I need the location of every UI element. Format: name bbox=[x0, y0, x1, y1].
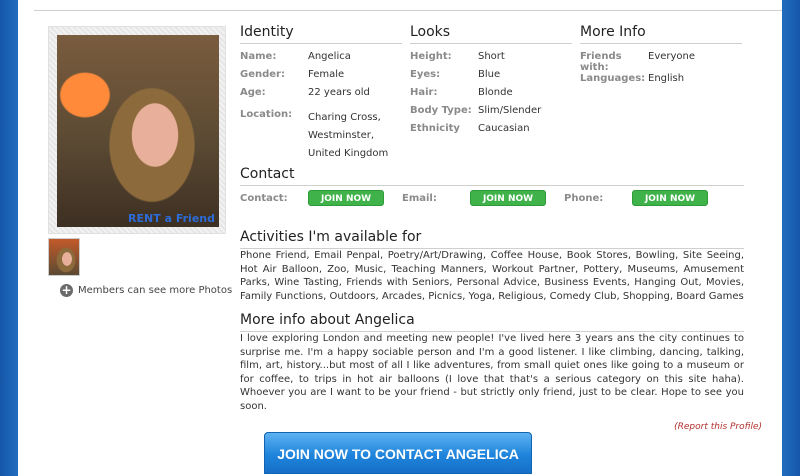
identity-title: Identity bbox=[240, 24, 402, 44]
gender-value: Female bbox=[308, 69, 345, 80]
email-row: Email: bbox=[402, 193, 437, 204]
phone-row: Phone: bbox=[564, 193, 603, 204]
identity-name-row: Name: Angelica bbox=[240, 51, 351, 62]
contact-row: Contact: bbox=[240, 193, 288, 204]
friends-with-value: Everyone bbox=[648, 51, 696, 62]
looks-eyes-row: Eyes: Blue bbox=[410, 69, 500, 80]
location-line: Westminster, bbox=[308, 130, 375, 141]
height-label: Height: bbox=[410, 51, 452, 62]
more-photos-label: Members can see more Photos bbox=[78, 285, 233, 296]
age-label: Age: bbox=[240, 87, 266, 98]
profile-photo-frame: RENT a Friend bbox=[48, 26, 226, 234]
plus-icon: + bbox=[60, 283, 73, 297]
body-type-label: Body Type: bbox=[410, 105, 472, 116]
looks-body-row: Body Type: Slim/Slender bbox=[410, 105, 541, 116]
height-value: Short bbox=[478, 51, 505, 62]
languages-value: English bbox=[648, 73, 685, 84]
photo-thumbnail[interactable] bbox=[48, 238, 80, 276]
more-photos-link[interactable]: + Members can see more Photos bbox=[60, 284, 232, 297]
more-info-title: More Info bbox=[580, 24, 742, 44]
join-to-contact-button[interactable]: JOIN NOW TO CONTACT ANGELICA bbox=[264, 432, 532, 474]
join-phone-button[interactable]: JOIN NOW bbox=[632, 190, 708, 206]
profile-photo[interactable]: RENT a Friend bbox=[57, 35, 219, 227]
identity-location-row: Location: Charing Cross, Westminster, Un… bbox=[240, 109, 388, 163]
profile-panel: RENT a Friend + Members can see more Pho… bbox=[18, 0, 782, 476]
email-label: Email: bbox=[402, 193, 437, 204]
looks-height-row: Height: Short bbox=[410, 51, 505, 62]
contact-title: Contact bbox=[240, 166, 744, 186]
report-profile-link[interactable]: (Report this Profile) bbox=[674, 422, 762, 432]
about-title: More info about Angelica bbox=[240, 312, 744, 332]
location-line: United Kingdom bbox=[308, 148, 389, 159]
ethnicity-label: Ethnicity bbox=[410, 123, 460, 134]
phone-label: Phone: bbox=[564, 193, 604, 204]
languages-row: Languages: English bbox=[580, 73, 684, 84]
ethnicity-value: Caucasian bbox=[478, 123, 530, 134]
join-contact-button[interactable]: JOIN NOW bbox=[308, 190, 384, 206]
photo-watermark: RENT a Friend bbox=[128, 212, 215, 225]
activities-title: Activities I'm available for bbox=[240, 229, 744, 249]
name-value: Angelica bbox=[308, 51, 351, 62]
eyes-label: Eyes: bbox=[410, 69, 441, 80]
identity-gender-row: Gender: Female bbox=[240, 69, 344, 80]
join-email-button[interactable]: JOIN NOW bbox=[470, 190, 546, 206]
friends-with-row: Friends with: Everyone bbox=[580, 51, 695, 73]
contact-label: Contact: bbox=[240, 193, 288, 204]
about-text: I love exploring London and meeting new … bbox=[240, 333, 744, 412]
looks-ethnicity-row: Ethnicity Caucasian bbox=[410, 123, 530, 134]
looks-hair-row: Hair: Blonde bbox=[410, 87, 513, 98]
languages-label: Languages: bbox=[580, 73, 646, 84]
top-divider bbox=[34, 10, 782, 11]
activities-list: Phone Friend, Email Penpal, Poetry/Art/D… bbox=[240, 250, 744, 302]
name-label: Name: bbox=[240, 51, 277, 62]
location-line: Charing Cross, bbox=[308, 112, 381, 123]
hair-label: Hair: bbox=[410, 87, 438, 98]
age-value: 22 years old bbox=[308, 87, 370, 98]
hair-value: Blonde bbox=[478, 87, 513, 98]
eyes-value: Blue bbox=[478, 69, 501, 80]
looks-title: Looks bbox=[410, 24, 572, 44]
friends-with-label: Friends with: bbox=[580, 51, 622, 73]
gender-label: Gender: bbox=[240, 69, 285, 80]
identity-age-row: Age: 22 years old bbox=[240, 87, 370, 98]
location-label: Location: bbox=[240, 109, 293, 120]
body-type-value: Slim/Slender bbox=[478, 105, 542, 116]
location-value: Charing Cross, Westminster, United Kingd… bbox=[308, 109, 388, 163]
